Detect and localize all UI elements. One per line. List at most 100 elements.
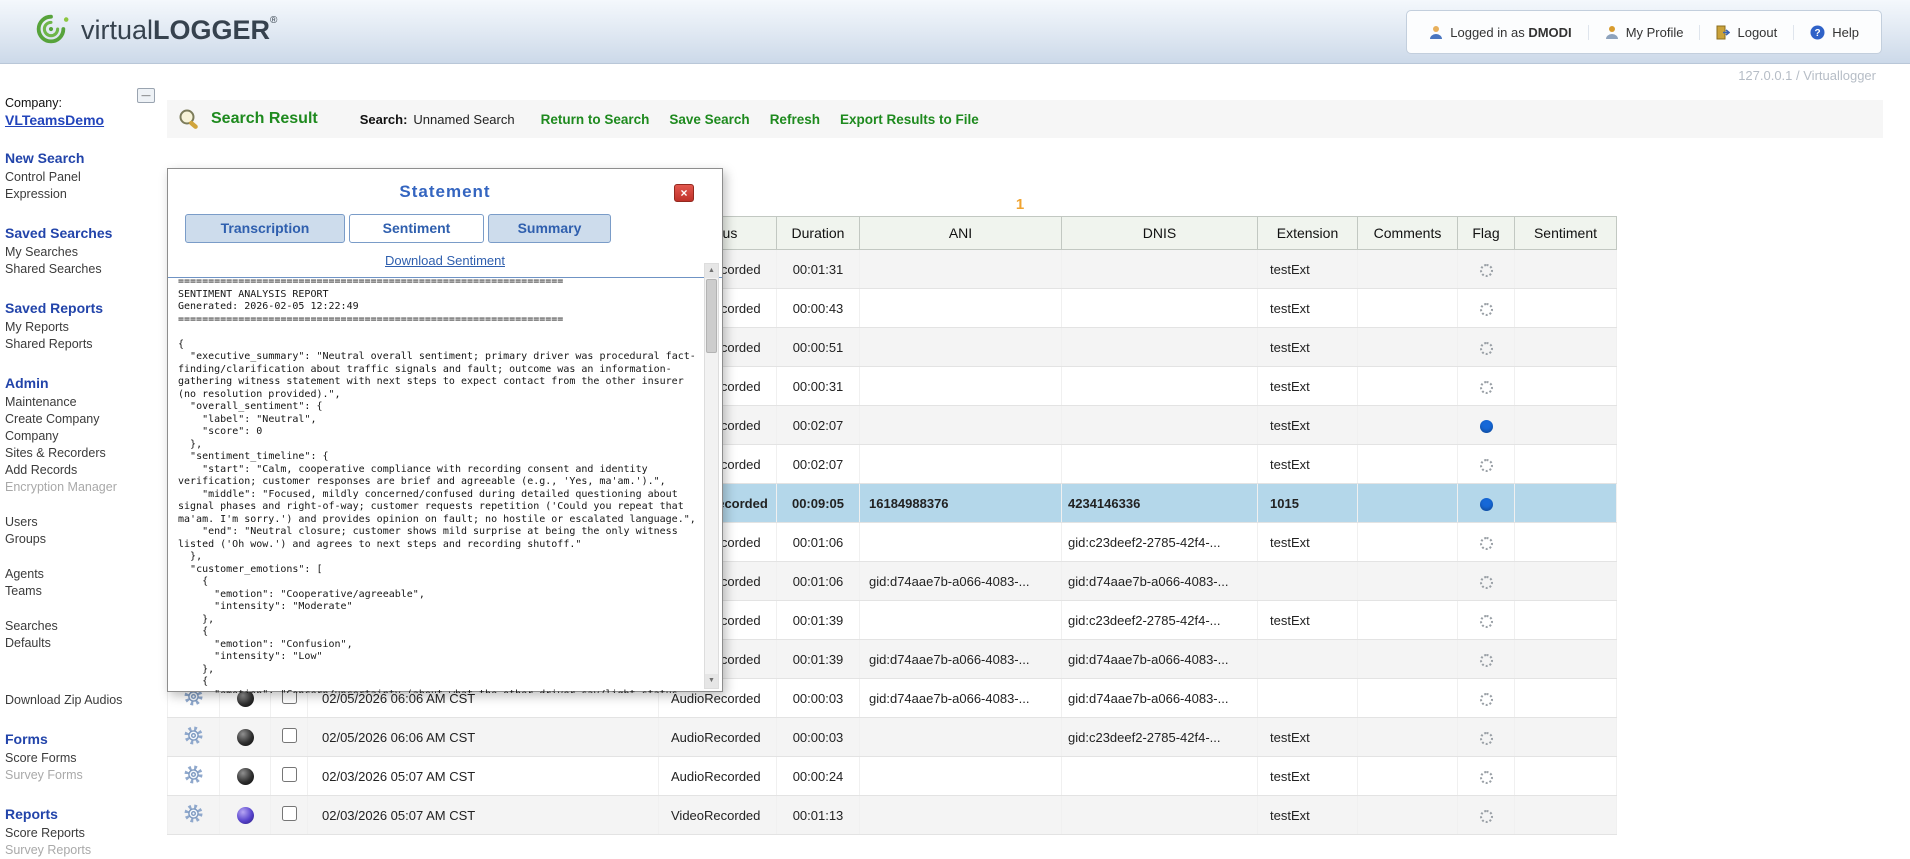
tab-sentiment[interactable]: Sentiment [349, 214, 484, 243]
sidebar-item-download-zip-audios[interactable]: Download Zip Audios [5, 692, 163, 709]
sidebar-item-score-forms[interactable]: Score Forms [5, 750, 163, 767]
cell-flag[interactable] [1458, 640, 1515, 679]
logout-button[interactable]: Logout [1699, 25, 1793, 40]
flag-none-icon[interactable] [1480, 537, 1493, 550]
cell-select[interactable] [271, 757, 308, 796]
collapse-sidebar-button[interactable]: — [137, 88, 155, 103]
cell-settings[interactable] [168, 757, 220, 796]
row-checkbox[interactable] [282, 767, 297, 782]
cell-flag[interactable] [1458, 601, 1515, 640]
cell-media[interactable] [220, 718, 271, 757]
close-icon[interactable]: × [674, 184, 694, 202]
flag-none-icon[interactable] [1480, 264, 1493, 277]
cell-flag[interactable] [1458, 484, 1515, 523]
tab-transcription[interactable]: Transcription [185, 214, 345, 243]
toolbar-link-return-to-search[interactable]: Return to Search [541, 112, 650, 127]
result-row-15[interactable]: 02/03/2026 05:07 AM CSTVideoRecorded00:0… [168, 796, 1617, 835]
col-header-dnis[interactable]: DNIS [1062, 217, 1258, 250]
toolbar-link-export-results-to-file[interactable]: Export Results to File [840, 112, 979, 127]
search-result-toolbar: Search Result Search: Unnamed Search Ret… [167, 100, 1883, 138]
video-icon[interactable] [237, 807, 254, 824]
cell-flag[interactable] [1458, 523, 1515, 562]
col-header-extension[interactable]: Extension [1258, 217, 1358, 250]
cell-media[interactable] [220, 757, 271, 796]
col-header-comments[interactable]: Comments [1358, 217, 1458, 250]
flag-none-icon[interactable] [1480, 615, 1493, 628]
audio-icon[interactable] [237, 729, 254, 746]
sidebar-item-my-reports[interactable]: My Reports [5, 319, 163, 336]
result-row-13[interactable]: 02/05/2026 06:06 AM CSTAudioRecorded00:0… [168, 718, 1617, 757]
cell-flag[interactable] [1458, 796, 1515, 835]
flag-none-icon[interactable] [1480, 732, 1493, 745]
sidebar-item-add-records[interactable]: Add Records [5, 462, 163, 479]
sidebar-item-shared-reports[interactable]: Shared Reports [5, 336, 163, 353]
flag-set-icon[interactable] [1480, 420, 1493, 433]
download-sentiment-link[interactable]: Download Sentiment [168, 253, 722, 268]
sidebar-item-sites-recorders[interactable]: Sites & Recorders [5, 445, 163, 462]
col-header-ani[interactable]: ANI [860, 217, 1062, 250]
flag-none-icon[interactable] [1480, 342, 1493, 355]
sidebar-item-maintenance[interactable]: Maintenance [5, 394, 163, 411]
cell-flag[interactable] [1458, 757, 1515, 796]
settings-gear-icon[interactable] [183, 803, 204, 824]
settings-gear-icon[interactable] [183, 764, 204, 785]
cell-settings[interactable] [168, 718, 220, 757]
sidebar-item-searches[interactable]: Searches [5, 618, 163, 635]
flag-set-icon[interactable] [1480, 498, 1493, 511]
cell-flag[interactable] [1458, 328, 1515, 367]
pagination-page-1[interactable]: 1 [1008, 196, 1032, 213]
cell-comments [1358, 640, 1458, 679]
cell-flag[interactable] [1458, 679, 1515, 718]
help-button[interactable]: ? Help [1793, 25, 1875, 40]
settings-gear-icon[interactable] [183, 725, 204, 746]
tab-summary[interactable]: Summary [488, 214, 611, 243]
col-header-sentiment[interactable]: Sentiment [1515, 217, 1617, 250]
cell-flag[interactable] [1458, 289, 1515, 328]
flag-none-icon[interactable] [1480, 381, 1493, 394]
cell-flag[interactable] [1458, 367, 1515, 406]
sidebar-item-company[interactable]: Company [5, 428, 163, 445]
audio-icon[interactable] [237, 768, 254, 785]
sidebar-item-control-panel[interactable]: Control Panel [5, 169, 163, 186]
sidebar-item-company-link[interactable]: VLTeamsDemo [5, 112, 104, 128]
scrollbar-thumb[interactable] [706, 279, 717, 353]
cell-media[interactable] [220, 796, 271, 835]
flag-none-icon[interactable] [1480, 693, 1493, 706]
my-profile-button[interactable]: My Profile [1588, 25, 1700, 40]
sidebar-item-shared-searches[interactable]: Shared Searches [5, 261, 163, 278]
cell-flag[interactable] [1458, 718, 1515, 757]
sidebar-item-my-searches[interactable]: My Searches [5, 244, 163, 261]
scroll-down-icon[interactable]: ▼ [705, 674, 718, 688]
cell-sentiment [1515, 718, 1617, 757]
cell-flag[interactable] [1458, 406, 1515, 445]
row-checkbox[interactable] [282, 728, 297, 743]
sidebar-item-expression[interactable]: Expression [5, 186, 163, 203]
row-checkbox[interactable] [282, 806, 297, 821]
sidebar-item-teams[interactable]: Teams [5, 583, 163, 600]
sidebar-item-agents[interactable]: Agents [5, 566, 163, 583]
sidebar-item-users[interactable]: Users [5, 514, 163, 531]
sidebar-item-groups[interactable]: Groups [5, 531, 163, 548]
modal-scrollbar[interactable]: ▲ ▼ [704, 263, 719, 689]
flag-none-icon[interactable] [1480, 576, 1493, 589]
toolbar-link-refresh[interactable]: Refresh [770, 112, 820, 127]
cell-flag[interactable] [1458, 250, 1515, 289]
scroll-up-icon[interactable]: ▲ [705, 264, 718, 278]
flag-none-icon[interactable] [1480, 771, 1493, 784]
result-row-14[interactable]: 02/03/2026 05:07 AM CSTAudioRecorded00:0… [168, 757, 1617, 796]
sidebar-item-create-company[interactable]: Create Company [5, 411, 163, 428]
flag-none-icon[interactable] [1480, 303, 1493, 316]
flag-none-icon[interactable] [1480, 654, 1493, 667]
col-header-flag[interactable]: Flag [1458, 217, 1515, 250]
sidebar-item-defaults[interactable]: Defaults [5, 635, 163, 652]
cell-flag[interactable] [1458, 445, 1515, 484]
toolbar-link-save-search[interactable]: Save Search [669, 112, 749, 127]
sidebar-item-score-reports[interactable]: Score Reports [5, 825, 163, 842]
cell-select[interactable] [271, 718, 308, 757]
col-header-duration[interactable]: Duration [777, 217, 860, 250]
cell-select[interactable] [271, 796, 308, 835]
cell-settings[interactable] [168, 796, 220, 835]
flag-none-icon[interactable] [1480, 810, 1493, 823]
flag-none-icon[interactable] [1480, 459, 1493, 472]
cell-flag[interactable] [1458, 562, 1515, 601]
